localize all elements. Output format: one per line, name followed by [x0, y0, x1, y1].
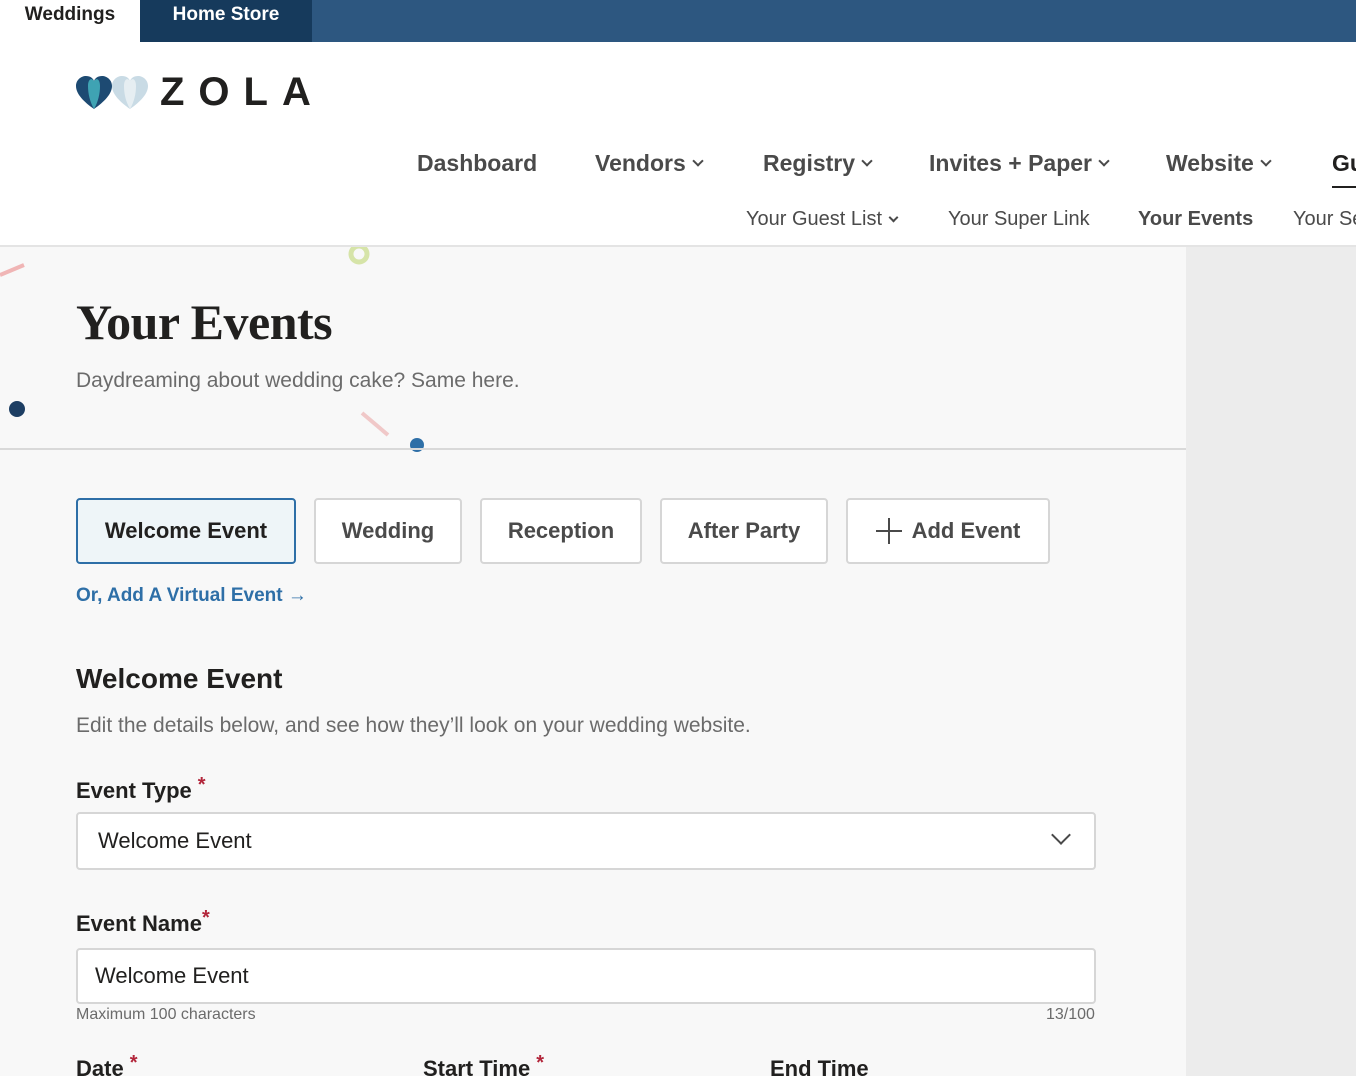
tab-home-store[interactable]: Home Store [140, 0, 312, 42]
nav-dashboard[interactable]: Dashboard [417, 150, 537, 177]
section-subtitle: Edit the details below, and see how they… [76, 714, 751, 737]
page-subtitle: Daydreaming about wedding cake? Same her… [76, 369, 520, 392]
virtual-link-label: Or, Add A Virtual Event [76, 585, 283, 606]
zola-hearts-logo-icon [76, 76, 148, 109]
nav-label: Gu [1332, 150, 1356, 176]
start-time-label-text: Start Time [423, 1056, 531, 1076]
tab-weddings[interactable]: Weddings [0, 0, 140, 42]
chevron-down-icon [1098, 155, 1110, 167]
add-event-button[interactable]: Add Event [846, 498, 1050, 564]
nav-label: Dashboard [417, 150, 538, 176]
events-content-panel: Your Events Daydreaming about wedding ca… [0, 247, 1186, 1076]
right-gutter [1186, 247, 1356, 1076]
subnav-guest-list[interactable]: Your Guest List [746, 208, 899, 231]
add-virtual-event-link[interactable]: Or, Add A Virtual Event → [76, 585, 307, 607]
subnav-label: Your Guest List [746, 208, 883, 230]
subnav-your-events[interactable]: Your Events [1138, 208, 1253, 231]
required-marker: * [201, 907, 210, 929]
event-name-label-text: Event Name [76, 911, 202, 936]
subnav-label: Your Se [1293, 208, 1356, 230]
event-type-value: Welcome Event [98, 828, 252, 853]
nav-label: Vendors [595, 150, 686, 176]
date-label: Date * [76, 1052, 137, 1076]
nav-label: Registry [763, 150, 856, 176]
confetti-decoration-icon [0, 247, 424, 452]
event-tab-welcome-event[interactable]: Welcome Event [76, 498, 296, 564]
nav-guests[interactable]: Gu [1332, 150, 1356, 177]
logo-wordmark: ZOLA [160, 70, 325, 114]
event-tab-wedding[interactable]: Wedding [314, 498, 462, 564]
event-type-select[interactable]: Welcome Event [76, 812, 1096, 870]
chevron-down-icon [1260, 155, 1272, 167]
event-tabs: Welcome Event Wedding Reception After Pa… [76, 498, 1050, 564]
plus-icon [875, 518, 902, 544]
top-brand-bar: Weddings Home Store [0, 0, 1356, 42]
chevron-down-icon [861, 155, 873, 167]
nav-label: Website [1166, 150, 1254, 176]
section-title: Welcome Event [76, 663, 283, 694]
date-label-text: Date [76, 1056, 124, 1076]
end-time-label-text: End Time [770, 1056, 869, 1076]
required-marker: * [197, 774, 206, 796]
subnav-your-se[interactable]: Your Se [1293, 208, 1356, 231]
nav-label: Invites + Paper [929, 150, 1092, 176]
event-tab-after-party[interactable]: After Party [660, 498, 828, 564]
add-event-label: Add Event [911, 518, 1021, 543]
event-name-counter: 13/100 [1046, 1006, 1095, 1023]
event-name-label: Event Name* [76, 907, 210, 937]
chevron-down-icon [1051, 825, 1071, 845]
event-type-label: Event Type * [76, 774, 206, 804]
event-type-label-text: Event Type [76, 778, 192, 803]
event-name-helper: Maximum 100 characters [76, 1006, 256, 1023]
event-tab-reception[interactable]: Reception [480, 498, 642, 564]
nav-invites-paper[interactable]: Invites + Paper [929, 150, 1110, 177]
subnav-label: Your Super Link [948, 208, 1090, 230]
event-name-value: Welcome Event [95, 963, 249, 988]
chevron-down-icon [692, 155, 704, 167]
event-name-input[interactable]: Welcome Event [76, 948, 1096, 1004]
section-divider [0, 448, 1186, 450]
zola-logo[interactable]: ZOLA [76, 70, 311, 114]
nav-vendors[interactable]: Vendors [595, 150, 704, 177]
start-time-label: Start Time * [423, 1052, 544, 1076]
required-marker: * [129, 1052, 138, 1074]
nav-website[interactable]: Website [1166, 150, 1272, 177]
arrow-right-icon: → [287, 585, 307, 606]
end-time-label: End Time [770, 1056, 869, 1076]
nav-registry[interactable]: Registry [763, 150, 873, 177]
active-nav-underline [1332, 186, 1356, 188]
subnav-super-link[interactable]: Your Super Link [948, 208, 1090, 231]
chevron-down-icon [888, 212, 899, 222]
page-title: Your Events [76, 294, 333, 350]
required-marker: * [536, 1052, 544, 1074]
subnav-label: Your Events [1138, 208, 1254, 230]
